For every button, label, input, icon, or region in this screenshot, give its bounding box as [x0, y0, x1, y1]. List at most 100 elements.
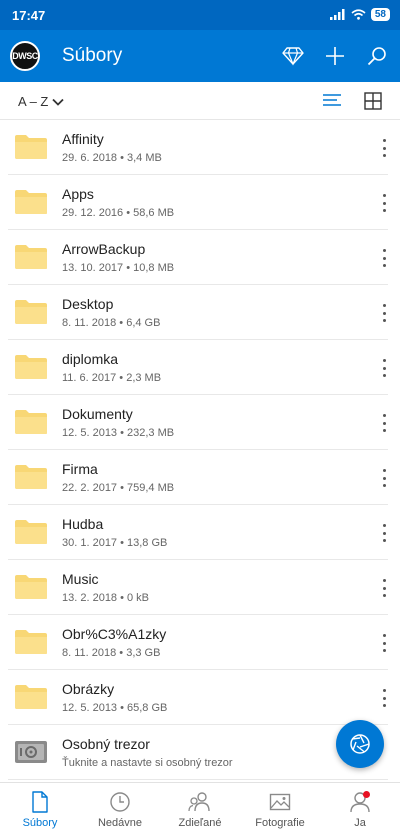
item-meta: 8. 11. 2018 • 3,3 GB	[62, 647, 161, 659]
nav-label: Zdieľané	[178, 817, 222, 829]
item-meta: 29. 12. 2016 • 58,6 MB	[62, 207, 175, 219]
item-name: diplomka	[62, 351, 119, 367]
item-name: Desktop	[62, 296, 114, 312]
wifi-icon	[351, 9, 366, 20]
sort-label: A – Z	[18, 94, 49, 109]
folder-icon	[15, 300, 47, 324]
item-meta: 29. 6. 2018 • 3,4 MB	[62, 152, 162, 164]
item-meta: 30. 1. 2017 • 13,8 GB	[62, 537, 168, 549]
chevron-down-icon	[52, 98, 64, 106]
avatar-text: DWSC	[12, 51, 38, 61]
status-icons: 58	[329, 8, 390, 21]
item-meta: 12. 5. 2013 • 65,8 GB	[62, 702, 168, 714]
list-item[interactable]: ArrowBackup 13. 10. 2017 • 10,8 MB	[8, 230, 388, 285]
item-meta: 22. 2. 2017 • 759,4 MB	[62, 482, 175, 494]
item-name: ArrowBackup	[62, 241, 146, 257]
item-meta: Ťuknite a nastavte si osobný trezor	[62, 757, 233, 769]
more-options-button[interactable]	[376, 357, 392, 379]
folder-icon	[15, 245, 47, 269]
more-options-button[interactable]	[376, 632, 392, 654]
grid-view-button[interactable]	[364, 92, 382, 115]
list-item[interactable]: Hudba 30. 1. 2017 • 13,8 GB	[8, 505, 388, 560]
folder-icon	[15, 630, 47, 654]
folder-icon	[15, 685, 47, 709]
more-options-button[interactable]	[376, 192, 392, 214]
more-options-button[interactable]	[376, 247, 392, 269]
file-icon	[32, 791, 48, 813]
item-meta: 13. 10. 2017 • 10,8 MB	[62, 262, 175, 274]
search-button[interactable]	[362, 40, 392, 72]
more-options-button[interactable]	[376, 467, 392, 489]
list-item-vault[interactable]: Osobný trezor Ťuknite a nastavte si osob…	[8, 725, 388, 780]
sort-dropdown[interactable]: A – Z	[18, 94, 64, 109]
folder-icon	[15, 410, 47, 434]
list-item[interactable]: Firma 22. 2. 2017 • 759,4 MB	[8, 450, 388, 505]
more-options-button[interactable]	[376, 687, 392, 709]
aperture-icon	[350, 734, 370, 754]
folder-icon	[15, 520, 47, 544]
more-options-button[interactable]	[376, 302, 392, 324]
nav-me[interactable]: Ja	[320, 783, 400, 833]
status-time: 17:47	[12, 8, 46, 23]
item-name: Hudba	[62, 516, 104, 532]
item-meta: 8. 11. 2018 • 6,4 GB	[62, 317, 161, 329]
add-button[interactable]	[320, 40, 350, 72]
folder-icon	[15, 190, 47, 214]
nav-photos[interactable]: Fotografie	[240, 783, 320, 833]
app-actions	[278, 40, 392, 72]
diamond-icon	[282, 47, 304, 66]
item-name: Osobný trezor	[62, 736, 150, 752]
account-avatar[interactable]: DWSC	[10, 41, 40, 71]
item-name: Obr%C3%A1zky	[62, 626, 167, 642]
item-name: Firma	[62, 461, 98, 477]
more-options-button[interactable]	[376, 412, 392, 434]
camera-scan-button[interactable]	[336, 720, 384, 768]
vault-icon	[15, 741, 47, 763]
more-options-button[interactable]	[376, 577, 392, 599]
item-name: Music	[62, 571, 99, 587]
page-title: Súbory	[62, 45, 123, 66]
bottom-navigation: Súbory Nedávne Zdieľané Fotografie Ja	[0, 782, 400, 833]
item-name: Apps	[62, 186, 94, 202]
list-item[interactable]: diplomka 11. 6. 2017 • 2,3 MB	[8, 340, 388, 395]
folder-icon	[15, 575, 47, 599]
list-item[interactable]: Music 13. 2. 2018 • 0 kB	[8, 560, 388, 615]
list-item[interactable]: Obr%C3%A1zky 8. 11. 2018 • 3,3 GB	[8, 615, 388, 670]
grid-view-icon	[364, 92, 382, 110]
nav-label: Ja	[354, 817, 366, 829]
nav-label: Fotografie	[255, 817, 305, 829]
battery-indicator: 58	[370, 8, 390, 21]
nav-shared[interactable]: Zdieľané	[160, 783, 240, 833]
folder-icon	[15, 355, 47, 379]
nav-label: Nedávne	[97, 817, 143, 829]
list-item[interactable]: Affinity 29. 6. 2018 • 3,4 MB	[8, 120, 388, 175]
nav-files[interactable]: Súbory	[0, 783, 80, 833]
signal-icon	[329, 9, 345, 20]
folder-icon	[15, 465, 47, 489]
notification-badge	[363, 791, 370, 798]
more-options-button[interactable]	[376, 522, 392, 544]
people-icon	[188, 792, 210, 812]
folder-icon	[15, 135, 47, 159]
item-meta: 11. 6. 2017 • 2,3 MB	[62, 372, 162, 384]
sort-bar: A – Z	[0, 82, 400, 120]
list-item[interactable]: Desktop 8. 11. 2018 • 6,4 GB	[8, 285, 388, 340]
app-bar: DWSC Súbory	[0, 30, 400, 82]
list-item[interactable]: Dokumenty 12. 5. 2013 • 232,3 MB	[8, 395, 388, 450]
item-meta: 13. 2. 2018 • 0 kB	[62, 592, 150, 604]
photo-icon	[269, 793, 291, 811]
search-icon	[367, 47, 386, 66]
nav-label: Súbory	[22, 817, 58, 829]
item-meta: 12. 5. 2013 • 232,3 MB	[62, 427, 175, 439]
premium-button[interactable]	[278, 40, 308, 72]
list-view-icon	[323, 94, 341, 106]
more-options-button[interactable]	[376, 137, 392, 159]
plus-icon	[326, 47, 344, 65]
clock-icon	[110, 792, 130, 812]
list-item[interactable]: Apps 29. 12. 2016 • 58,6 MB	[8, 175, 388, 230]
list-view-button[interactable]	[322, 92, 342, 113]
list-item[interactable]: Obrázky 12. 5. 2013 • 65,8 GB	[8, 670, 388, 725]
nav-recent[interactable]: Nedávne	[80, 783, 160, 833]
file-list: Affinity 29. 6. 2018 • 3,4 MB Apps 29. 1…	[0, 120, 400, 780]
item-name: Dokumenty	[62, 406, 133, 422]
